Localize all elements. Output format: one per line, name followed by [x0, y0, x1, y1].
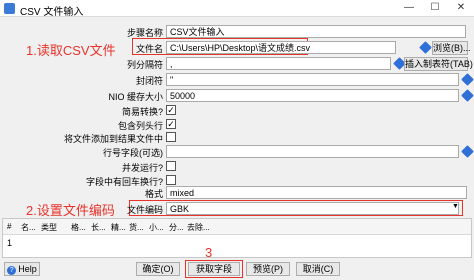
help-icon: ? — [7, 266, 17, 275]
format-label: 格式 — [144, 189, 163, 199]
parallel-label: 并发运行? — [121, 163, 163, 173]
parallel-checkbox[interactable] — [166, 161, 176, 171]
variable-icon — [419, 41, 432, 54]
table-row[interactable]: 1 — [7, 238, 12, 248]
browse-button[interactable]: 浏览(B)... — [432, 41, 471, 55]
encoding-select[interactable]: GBK — [166, 202, 459, 215]
cancel-button[interactable]: 取消(C) — [296, 262, 340, 276]
enclosure-label: 封闭符 — [135, 76, 163, 86]
fields-table[interactable]: # 名... 类型 格... 长... 精... 货... 小... 分... … — [2, 218, 472, 258]
variable-icon — [461, 73, 474, 86]
nio-buffer-label: NIO 缓存大小 — [108, 92, 163, 102]
column-header[interactable]: 小... — [149, 222, 164, 233]
help-button[interactable]: ? Help — [4, 262, 40, 276]
insert-tab-button[interactable]: 插入制表符(TAB) — [404, 57, 473, 71]
format-select[interactable]: mixed — [166, 186, 467, 199]
window-titlebar: CSV 文件输入 — ☐ ✕ — [0, 0, 474, 18]
column-header[interactable]: 类型 — [41, 222, 57, 233]
row-number-field-label: 行号字段(可选) — [103, 148, 163, 158]
encoding-label: 文件编码 — [126, 205, 163, 215]
column-header[interactable]: 分... — [169, 222, 184, 233]
header-row-checkbox[interactable]: ✓ — [166, 119, 176, 129]
column-header[interactable]: 货... — [129, 222, 144, 233]
maximize-button[interactable]: ☐ — [422, 0, 448, 16]
enclosure-input[interactable]: " — [166, 73, 459, 86]
annotation-step1: 1.读取CSV文件 — [26, 43, 116, 58]
get-fields-button[interactable]: 获取字段 — [188, 262, 240, 276]
delimiter-input[interactable]: , — [166, 57, 391, 70]
add-filename-label: 将文件添加到结果文件中 — [63, 134, 163, 144]
annotation-step3: 3 — [205, 245, 213, 260]
newlines-checkbox[interactable] — [166, 175, 176, 185]
header-row-label: 包含列头行 — [117, 121, 163, 131]
chevron-down-icon[interactable]: ▼ — [452, 203, 459, 210]
row-number-field-input[interactable] — [166, 145, 459, 158]
variable-icon — [461, 89, 474, 102]
filename-input[interactable]: C:\Users\HP\Desktop\语文成绩.csv — [166, 41, 396, 54]
delimiter-label: 列分隔符 — [126, 60, 163, 70]
add-filename-checkbox[interactable] — [166, 132, 176, 142]
lazy-conversion-label: 简易转换? — [121, 107, 163, 117]
column-header[interactable]: 格... — [71, 222, 86, 233]
close-button[interactable]: ✕ — [448, 0, 474, 16]
minimize-button[interactable]: — — [396, 0, 422, 16]
lazy-conversion-checkbox[interactable]: ✓ — [166, 105, 176, 115]
ok-button[interactable]: 确定(O) — [136, 262, 180, 276]
app-icon — [4, 3, 15, 14]
table-header: # 名... 类型 格... 长... 精... 货... 小... 分... … — [3, 219, 471, 235]
column-header[interactable]: 名... — [21, 222, 36, 233]
nio-buffer-input[interactable]: 50000 — [166, 89, 459, 102]
step-name-input[interactable]: CSV文件输入 — [166, 25, 466, 38]
filename-label: 文件名 — [135, 44, 163, 54]
window-title: CSV 文件输入 — [20, 7, 84, 18]
column-header[interactable]: 去除... — [187, 222, 210, 233]
preview-button[interactable]: 预览(P) — [246, 262, 290, 276]
annotation-step2: 2.设置文件编码 — [26, 203, 115, 218]
variable-icon — [461, 145, 474, 158]
column-header[interactable]: 长... — [91, 222, 106, 233]
help-label: Help — [18, 264, 37, 274]
column-header: # — [7, 222, 12, 231]
column-header[interactable]: 精... — [111, 222, 126, 233]
